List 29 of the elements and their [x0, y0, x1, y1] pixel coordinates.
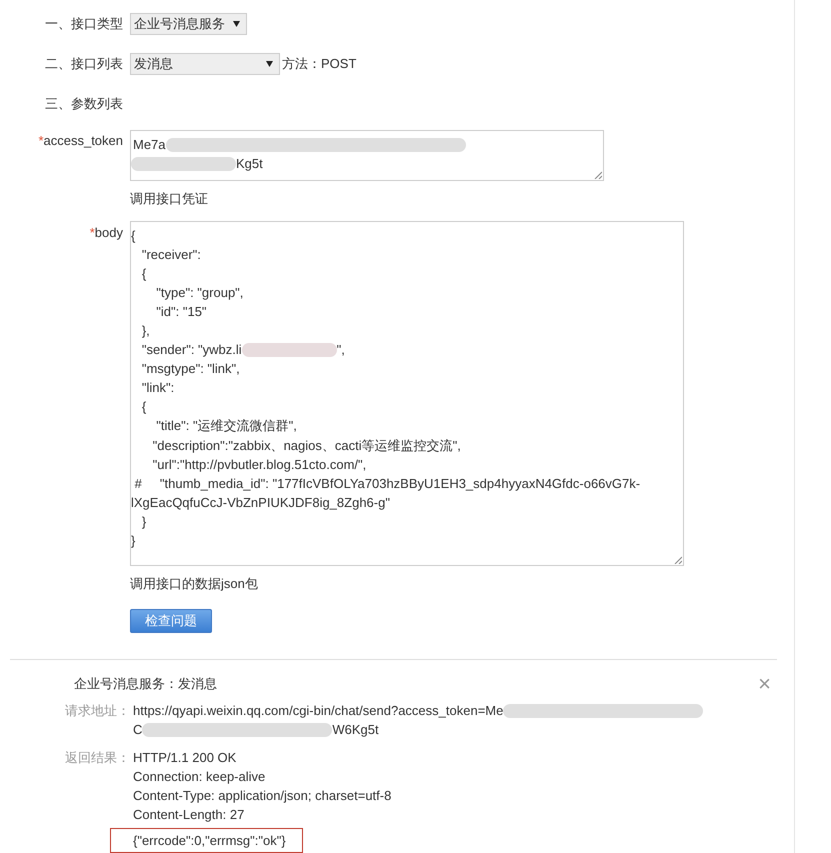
- url-text: https://qyapi.weixin.qq.com/cgi-bin/chat/send?access_token=Me: [133, 702, 504, 720]
- resize-grip-icon: [594, 171, 602, 179]
- field-label: 返回结果：: [64, 749, 131, 767]
- interface-list-select[interactable]: 发消息: [130, 53, 280, 75]
- field-label: 请求地址：: [64, 702, 131, 720]
- section-heading: 三、参数列表: [44, 95, 124, 113]
- field-label: body: [94, 225, 123, 240]
- access-token-field[interactable]: Me7a Kg5t: [130, 130, 604, 181]
- field-label: 一、接口类型: [44, 15, 124, 33]
- url-text: W6Kg5t: [332, 721, 379, 739]
- required-mark: *: [90, 225, 95, 240]
- field-hint: 调用接口的数据json包: [130, 575, 258, 593]
- response-body: {"errcode":0,"errmsg":"ok"}: [110, 828, 303, 853]
- field-label: 二、接口列表: [44, 55, 124, 73]
- interface-type-select[interactable]: 企业号消息服务: [130, 13, 247, 35]
- result-title: 企业号消息服务：发消息: [74, 675, 217, 693]
- field-hint: 调用接口凭证: [130, 190, 208, 208]
- url-text: C: [133, 721, 142, 739]
- body-field[interactable]: { "receiver": { "type": "group", "id": "15" }, "sender": "ywbz.li ", "msgtype": "link", "link": { "title": "运维交流微信群", "description":"zabbix、nagios、cacti等运维监控交流", "url":"http://pvbutler.blog.51cto.com/", # "thumb_media_id": "177fIcVBfOLYa703hzBByU1EH3_sdp4hyyaxN4Gfdc-o66vG7k- lXgEacQqfuCcJ-VbZnPIUKJDF8ig_8Zgh6-g" } }: [130, 221, 684, 566]
- method-text: 方法：POST: [282, 55, 356, 73]
- response-line: Connection: keep-alive: [133, 768, 266, 786]
- required-mark: *: [38, 133, 44, 148]
- response-line: Content-Type: application/json; charset=utf-8: [133, 787, 392, 805]
- field-label: access_token: [44, 133, 123, 148]
- caret-icon: [233, 21, 240, 27]
- resize-grip-icon: [674, 556, 682, 564]
- response-line: HTTP/1.1 200 OK: [133, 749, 236, 767]
- response-line: Content-Length: 27: [133, 806, 244, 824]
- caret-icon: [266, 61, 273, 67]
